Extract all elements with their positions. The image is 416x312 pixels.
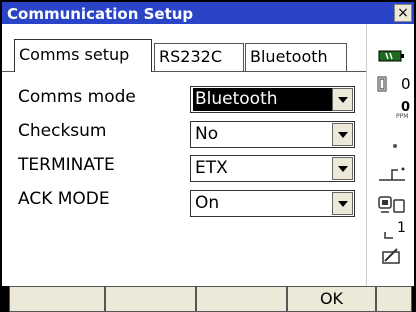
tab-comms-setup[interactable]: Comms setup [14, 39, 152, 72]
checksum-select[interactable]: No [190, 121, 355, 148]
level-icon[interactable] [367, 164, 415, 188]
ack-mode-label: ACK MODE [18, 189, 110, 209]
chevron-down-icon[interactable] [332, 192, 353, 215]
softkey-5[interactable] [376, 286, 412, 312]
tab-baseline [2, 71, 14, 72]
keyboard-pen-icon[interactable] [367, 246, 415, 270]
ok-button[interactable]: OK [287, 286, 376, 312]
close-button[interactable]: × [394, 4, 412, 22]
terminate-value: ETX [195, 158, 228, 178]
ack-mode-value: On [195, 193, 220, 213]
input-mode-value: 1 [397, 220, 406, 236]
settings-panel: Comms setup RS232C Bluetooth Comms mode … [2, 24, 366, 286]
tab-bluetooth[interactable]: Bluetooth [245, 43, 347, 71]
input-mode-icon[interactable] [367, 220, 415, 246]
chevron-down-icon[interactable] [332, 157, 353, 180]
checksum-value: No [195, 124, 219, 144]
tab-baseline [152, 71, 366, 72]
tab-rs232c[interactable]: RS232C [154, 43, 244, 71]
softkey-3[interactable] [196, 286, 287, 312]
chevron-down-icon[interactable] [332, 88, 353, 111]
tilt-icon[interactable] [367, 136, 415, 155]
checksum-label: Checksum [18, 121, 107, 141]
communication-icon[interactable] [367, 194, 415, 220]
comms-mode-value: Bluetooth [193, 88, 333, 111]
ack-mode-select[interactable]: On [190, 190, 355, 217]
chevron-down-icon[interactable] [332, 123, 353, 146]
prism-constant: 0 [401, 75, 411, 93]
terminate-select[interactable]: ETX [190, 155, 355, 182]
title-bar: Communication Setup × [2, 2, 414, 24]
terminate-label: TERMINATE [18, 155, 115, 175]
softkey-2[interactable] [105, 286, 196, 312]
dialog-body: Comms setup RS232C Bluetooth Comms mode … [2, 24, 414, 286]
comms-mode-label: Comms mode [18, 87, 136, 107]
ppm-unit: PPM [396, 113, 409, 120]
comms-mode-select[interactable]: Bluetooth [190, 86, 355, 113]
softkey-1[interactable] [9, 286, 105, 312]
status-sidebar: 0 0 PPM 1 [366, 24, 414, 286]
softkey-bar: OK [0, 286, 416, 312]
window-title: Communication Setup [7, 5, 194, 23]
battery-icon[interactable] [367, 48, 415, 67]
